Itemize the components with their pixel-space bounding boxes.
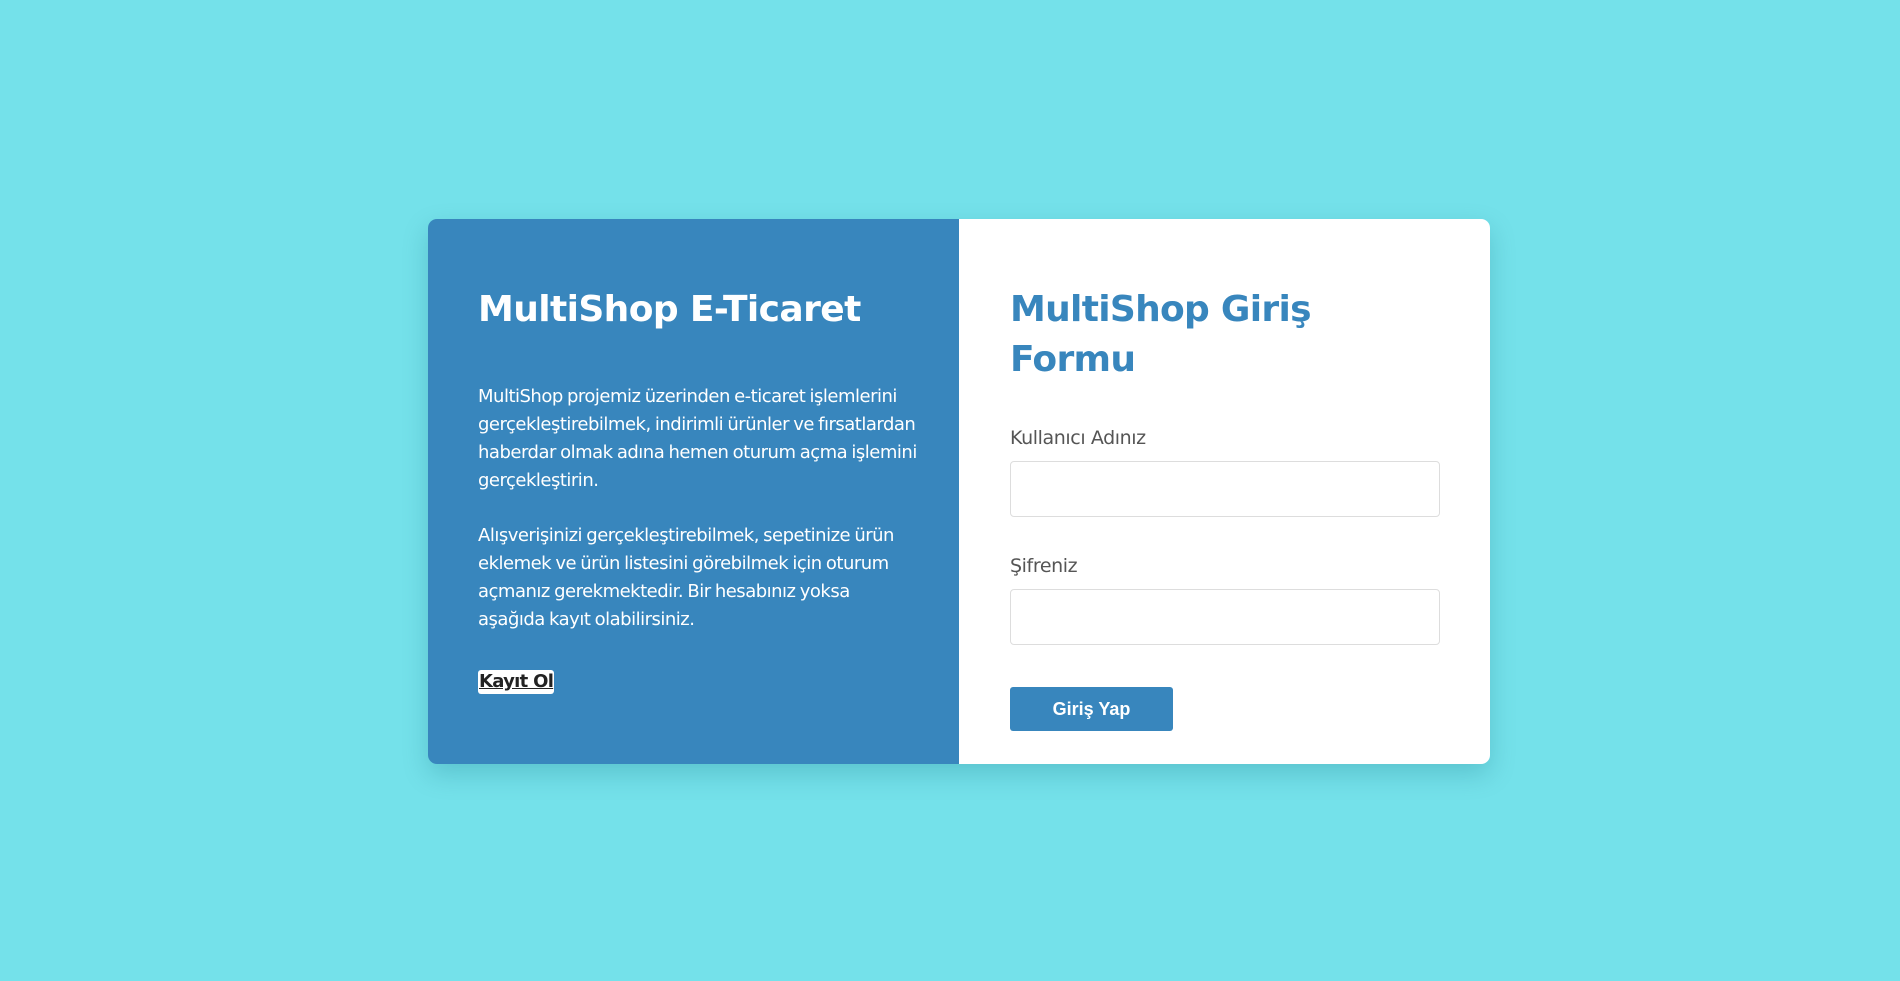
username-label: Kullanıcı Adınız (1010, 427, 1146, 449)
username-input[interactable] (1010, 461, 1440, 517)
login-button[interactable]: Giriş Yap (1010, 687, 1173, 731)
login-form-panel: MultiShop Giriş Formu Kullanıcı Adınız Ş… (959, 219, 1490, 764)
password-input[interactable] (1010, 589, 1440, 645)
form-title: MultiShop Giriş Formu (1010, 289, 1312, 380)
password-label: Şifreniz (1010, 555, 1078, 577)
info-title: MultiShop E-Ticaret (478, 289, 861, 330)
info-paragraph-1: MultiShop projemiz üzerinden e-ticaret i… (478, 386, 917, 491)
register-link[interactable]: Kayıt Ol (478, 670, 555, 694)
info-panel: MultiShop E-Ticaret MultiShop projemiz ü… (428, 219, 959, 764)
login-card: MultiShop E-Ticaret MultiShop projemiz ü… (428, 219, 1490, 764)
info-paragraph-2: Alışverişinizi gerçekleştirebilmek, sepe… (478, 525, 894, 630)
